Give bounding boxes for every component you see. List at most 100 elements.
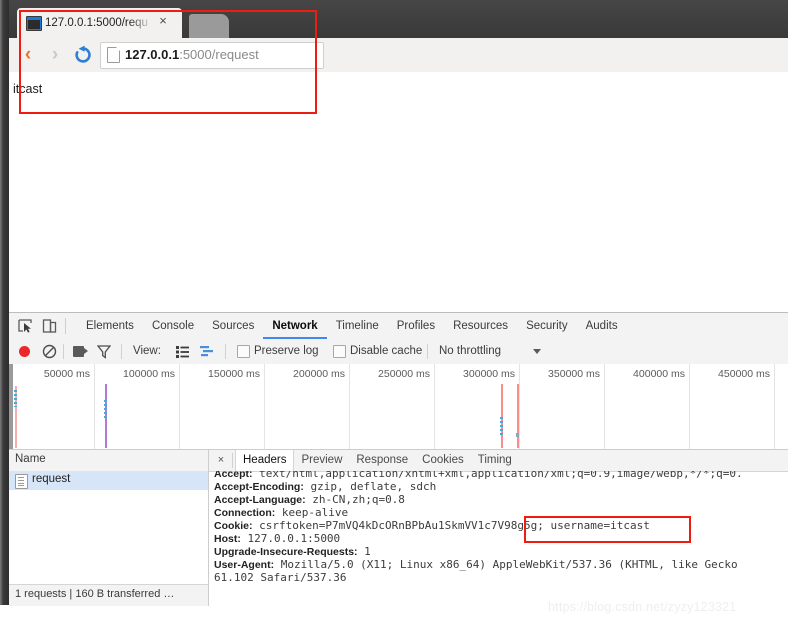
header-value: zh-CN,zh;q=0.8 (305, 493, 405, 506)
network-status-bar: 1 requests | 160 B transferred … (9, 584, 208, 606)
tab-network[interactable]: Network (263, 313, 326, 339)
back-arrow-icon[interactable]: ‹ (17, 44, 39, 66)
disable-cache-checkbox[interactable] (333, 345, 346, 358)
requests-column-header[interactable]: Name (9, 450, 208, 472)
header-key: Accept: (214, 471, 253, 480)
timeline-tick-label: 250000 ms (378, 368, 430, 380)
devtools-tab-list: Elements Console Sources Network Timelin… (77, 313, 627, 339)
header-row: Accept-Encoding: gzip, deflate, sdch (214, 480, 436, 494)
inspect-element-icon[interactable] (17, 318, 35, 334)
request-name: request (32, 473, 71, 485)
tab-sources[interactable]: Sources (203, 313, 263, 339)
header-key: User-Agent: (214, 559, 275, 571)
toolbar-divider (427, 344, 428, 359)
header-row: User-Agent: Mozilla/5.0 (X11; Linux x86_… (214, 558, 738, 572)
requests-list-panel: Name request 1 requests | 160 B transfer… (9, 450, 209, 606)
timeline-tick: 250000 ms (349, 364, 435, 449)
header-value: text/html,application/xhtml+xml,applicat… (252, 471, 743, 480)
preserve-log-label[interactable]: Preserve log (254, 344, 319, 359)
screenshot-root: 127.0.0.1:5000/requ × ‹ › 127.0.0.1:5000… (0, 0, 788, 625)
tab-elements[interactable]: Elements (77, 313, 143, 339)
tab-security[interactable]: Security (517, 313, 577, 339)
toolbar-divider (63, 344, 64, 359)
view-label: View: (133, 345, 161, 357)
chevron-down-icon[interactable] (533, 349, 541, 354)
timeline-tick: 200000 ms (264, 364, 350, 449)
document-icon (15, 474, 28, 489)
tab-timing[interactable]: Timing (471, 450, 519, 471)
clear-icon[interactable] (42, 344, 57, 359)
reload-icon[interactable] (72, 44, 94, 66)
header-row: Host: 127.0.0.1:5000 (214, 532, 340, 546)
large-rows-icon[interactable] (176, 345, 189, 358)
toolbar-divider (65, 318, 66, 334)
url-host: 127.0.0.1 (125, 47, 180, 62)
timeline-tick: 300000 ms (434, 364, 520, 449)
tab-response[interactable]: Response (349, 450, 415, 471)
page-body-text: itcast (13, 82, 43, 96)
forward-arrow-icon[interactable]: › (44, 44, 66, 66)
browser-window: 127.0.0.1:5000/requ × ‹ › 127.0.0.1:5000… (0, 0, 788, 606)
browser-tab[interactable]: 127.0.0.1:5000/requ × (17, 8, 182, 38)
timeline-tick-label: 450000 ms (718, 368, 770, 380)
browser-navigation-bar: ‹ › 127.0.0.1:5000/request (9, 38, 788, 73)
tab-timeline[interactable]: Timeline (327, 313, 388, 339)
screenshot-camera-icon[interactable] (73, 346, 88, 357)
waterfall-icon[interactable] (200, 345, 214, 358)
timeline-tick-label: 100000 ms (123, 368, 175, 380)
tab-console[interactable]: Console (143, 313, 203, 339)
page-icon (107, 47, 120, 63)
tab-resources[interactable]: Resources (444, 313, 517, 339)
throttling-select[interactable]: No throttling (439, 344, 501, 359)
header-value: 1 (357, 545, 371, 558)
header-key: Accept-Language: (214, 494, 306, 506)
page-viewport: itcast (9, 72, 788, 312)
timeline-tick-label: 200000 ms (293, 368, 345, 380)
browser-tabstrip: 127.0.0.1:5000/requ × (0, 0, 788, 38)
overview-event-dots (516, 433, 519, 437)
record-icon[interactable] (19, 346, 30, 357)
request-details-panel: × Headers Preview Response Cookies Timin… (209, 450, 788, 606)
disable-cache-label[interactable]: Disable cache (350, 344, 422, 359)
device-toolbar-icon[interactable] (41, 318, 59, 334)
header-value: gzip, deflate, sdch (303, 480, 437, 493)
overview-event-bar (501, 384, 503, 448)
overview-event-bar (517, 384, 519, 448)
header-value: 127.0.0.1:5000 (240, 532, 341, 545)
header-row: Accept-Language: zh-CN,zh;q=0.8 (214, 493, 405, 507)
terminal-favicon-icon (26, 16, 42, 31)
header-key: Accept-Encoding: (214, 481, 304, 493)
timeline-tick-label: 150000 ms (208, 368, 260, 380)
table-row[interactable]: request (9, 471, 208, 490)
timeline-tick-label: 50000 ms (43, 368, 90, 380)
timeline-tick-label: 350000 ms (548, 368, 600, 380)
filter-funnel-icon[interactable] (96, 344, 112, 359)
tab-headers[interactable]: Headers (235, 450, 295, 471)
devtools-panel: Elements Console Sources Network Timelin… (9, 312, 788, 606)
browser-tab-title: 127.0.0.1:5000/requ (45, 17, 148, 29)
request-details-tab-list: Headers Preview Response Cookies Timing (235, 450, 519, 471)
request-headers-list[interactable]: Accept: text/html,application/xhtml+xml,… (209, 471, 788, 606)
toolbar-divider (232, 453, 233, 468)
address-bar[interactable]: 127.0.0.1:5000/request (100, 42, 324, 69)
close-icon[interactable]: × (214, 453, 228, 468)
network-toolbar: View: Preserve log Disable cache No thro… (9, 339, 788, 365)
tab-profiles[interactable]: Profiles (388, 313, 444, 339)
window-left-edge (0, 0, 9, 605)
header-value: 61.102 Safari/537.36 (214, 571, 347, 584)
header-key: Connection: (214, 507, 276, 519)
tab-cookies[interactable]: Cookies (415, 450, 471, 471)
tab-audits[interactable]: Audits (577, 313, 627, 339)
new-tab-button[interactable] (189, 14, 229, 38)
tab-preview[interactable]: Preview (294, 450, 349, 471)
network-status-text: 1 requests | 160 B transferred … (15, 588, 175, 600)
network-overview-timeline[interactable]: 50000 ms 100000 ms 150000 ms 200000 ms 2… (9, 364, 788, 450)
header-key: Cookie: (214, 520, 253, 532)
preserve-log-checkbox[interactable] (237, 345, 250, 358)
overview-event-dots (500, 417, 503, 435)
network-content-split: Name request 1 requests | 160 B transfer… (9, 450, 788, 606)
timeline-tick: 150000 ms (179, 364, 265, 449)
overview-event-dots (14, 390, 17, 407)
close-icon[interactable]: × (156, 13, 170, 29)
header-row: Upgrade-Insecure-Requests: 1 (214, 545, 371, 559)
